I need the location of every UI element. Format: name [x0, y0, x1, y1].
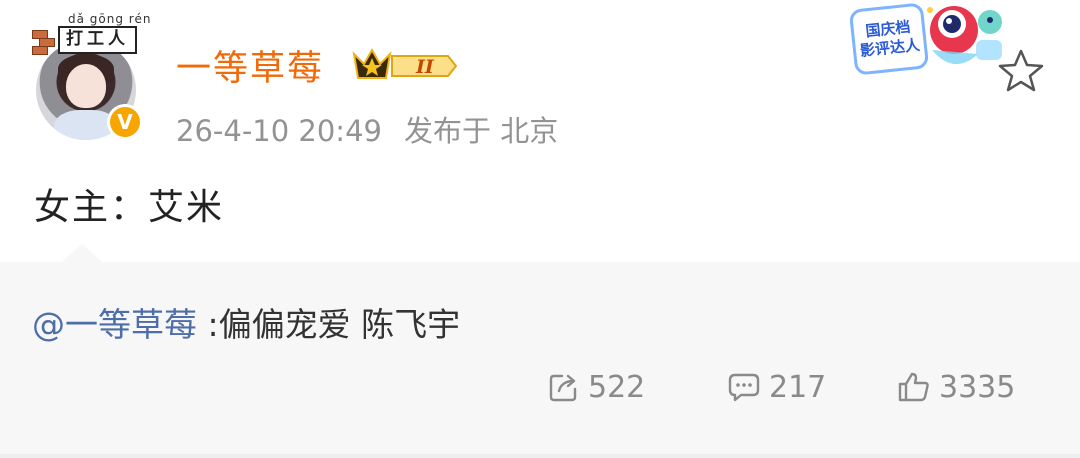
brick-icon — [32, 30, 60, 55]
favorite-star-icon[interactable] — [998, 48, 1044, 92]
level-crown-icon[interactable]: II — [350, 44, 460, 84]
badge-chars: 打工人 — [58, 26, 137, 54]
level-badge-text: II — [415, 56, 435, 78]
like-count: 3335 — [939, 369, 1016, 405]
action-bar: 522 217 3335 — [0, 362, 1080, 412]
share-button[interactable]: 522 — [548, 362, 645, 412]
event-badge[interactable]: 国庆档 影评达人 — [848, 0, 1010, 78]
share-count: 522 — [588, 369, 646, 405]
post-card: V dǎ gōng rén 打工人 一等草莓 II 26-4-10 20:49 发… — [0, 0, 1080, 260]
thumbs-up-icon — [898, 372, 929, 402]
like-button[interactable]: 3335 — [897, 362, 1015, 412]
post-meta: 26-4-10 20:49 发布于 北京 — [176, 108, 558, 150]
timestamp: 26-4-10 20:49 — [176, 114, 382, 148]
comment-count: 217 — [769, 369, 827, 405]
comment-button[interactable]: 217 — [727, 362, 826, 412]
avatar-title-badge: dǎ gōng rén 打工人 — [32, 12, 150, 56]
post-content: 女主：艾米 — [34, 187, 225, 228]
username[interactable]: 一等草莓 — [176, 40, 324, 91]
repost-notch — [62, 244, 102, 262]
verified-badge-icon: V — [107, 104, 143, 140]
verified-mark: V — [110, 107, 140, 137]
repost-body: :偏偏宠爱 陈飞宇 — [197, 305, 461, 344]
repost-text: @一等草莓 :偏偏宠爱 陈飞宇 — [32, 298, 460, 346]
badge-pinyin: dǎ gōng rén — [68, 12, 152, 26]
location: 发布于 北京 — [403, 114, 559, 148]
mascot-icon — [927, 6, 1002, 65]
repost-card[interactable]: @一等草莓 :偏偏宠爱 陈飞宇 522 217 3335 — [0, 262, 1080, 458]
comment-icon — [728, 373, 760, 402]
share-icon — [549, 374, 577, 402]
divider — [0, 454, 1080, 458]
repost-mention[interactable]: @一等草莓 — [32, 305, 197, 344]
